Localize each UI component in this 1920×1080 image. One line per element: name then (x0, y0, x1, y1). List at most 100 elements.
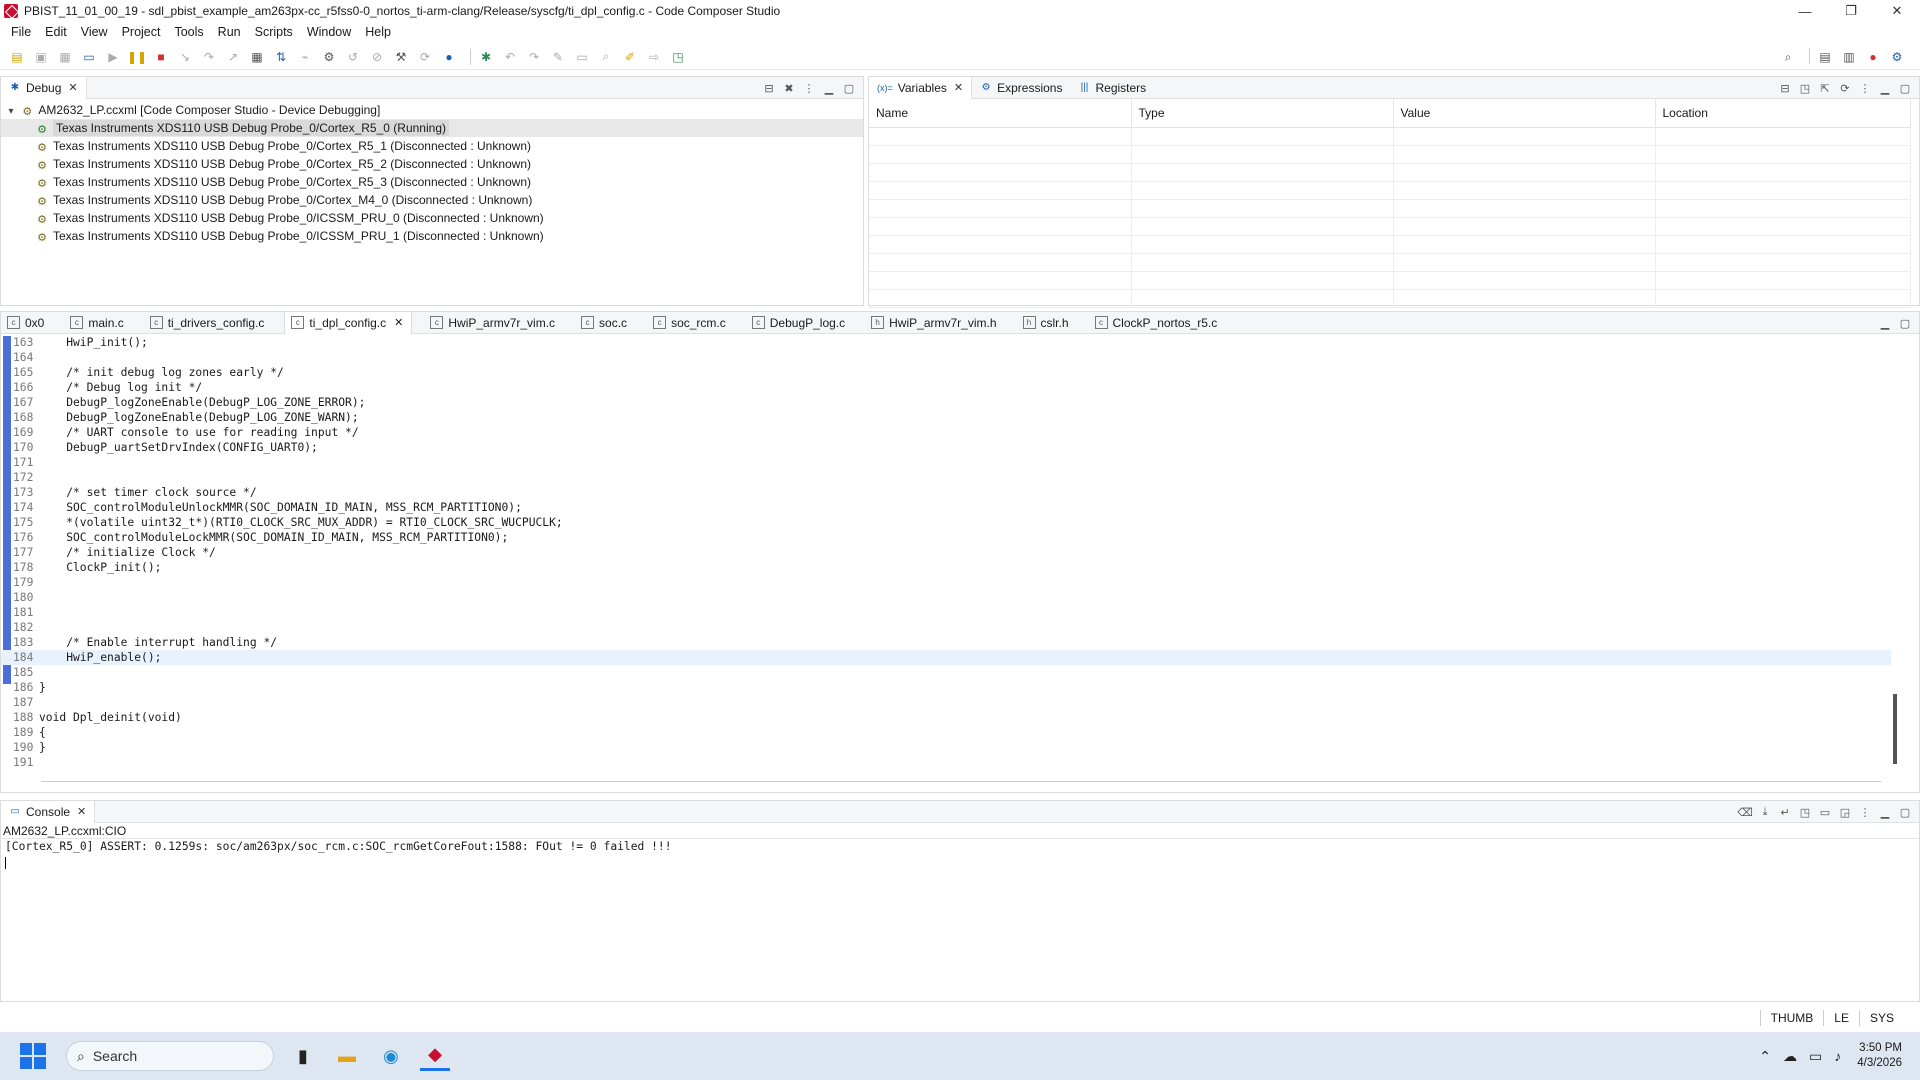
tree-item[interactable]: ⚙ Texas Instruments XDS110 USB Debug Prob… (1, 119, 863, 137)
minimize-icon[interactable]: ▁ (821, 80, 837, 96)
scroll-lock-icon[interactable]: ⤓ (1757, 804, 1773, 820)
tab-main-c[interactable]: c main.c (64, 312, 131, 334)
vertical-scrollbar[interactable] (1893, 694, 1897, 764)
connect-target-icon[interactable]: ⇅ (272, 48, 290, 66)
close-icon[interactable]: ✕ (954, 81, 963, 94)
clear-console-icon[interactable]: ⌫ (1737, 804, 1753, 820)
maximize-icon[interactable]: ▢ (841, 80, 857, 96)
code-area[interactable]: 163 HwiP_init(); 164 165 /* init debug l… (1, 335, 1891, 775)
tab-cslr-h[interactable]: h cslr.h (1017, 312, 1077, 334)
console-output[interactable]: [Cortex_R5_0] ASSERT: 0.1259s: soc/am263… (1, 839, 1919, 855)
tree-item[interactable]: ⚙ Texas Instruments XDS110 USB Debug Prob… (1, 191, 863, 209)
bug-icon[interactable]: ✱ (477, 48, 495, 66)
menu-run[interactable]: Run (211, 22, 248, 42)
edge-browser-icon[interactable]: ◉ (376, 1041, 406, 1071)
open-perspective-icon[interactable]: ◳ (669, 48, 687, 66)
search-icon[interactable]: ⌕ (1779, 48, 1797, 66)
tab-ti-drivers-config-c[interactable]: c ti_drivers_config.c (144, 312, 273, 334)
maximize-icon[interactable]: ▢ (1897, 315, 1913, 331)
forward-icon[interactable]: ⇨ (645, 48, 663, 66)
menu-window[interactable]: Window (300, 22, 358, 42)
minimize-icon[interactable]: ▁ (1877, 80, 1893, 96)
task-view-icon[interactable]: ▮ (288, 1041, 318, 1071)
chevron-up-icon[interactable]: ⌃ (1759, 1048, 1771, 1065)
window-icon[interactable]: ▭ (573, 48, 591, 66)
pin-console-icon[interactable]: ◳ (1797, 804, 1813, 820)
menu-view[interactable]: View (74, 22, 115, 42)
menu-scripts[interactable]: Scripts (248, 22, 300, 42)
ccs-taskbar-icon[interactable]: ◆ (420, 1041, 450, 1071)
breakpoint-icon[interactable]: ⊘ (368, 48, 386, 66)
column-type[interactable]: Type (1131, 99, 1394, 128)
menu-edit[interactable]: Edit (38, 22, 74, 42)
resume-icon[interactable]: ▶ (104, 48, 122, 66)
word-wrap-icon[interactable]: ↵ (1777, 804, 1793, 820)
horizontal-scrollbar[interactable] (41, 781, 1881, 782)
step-return-icon[interactable]: ↗ (224, 48, 242, 66)
collapse-all-icon[interactable]: ⊟ (1777, 80, 1793, 96)
menu-project[interactable]: Project (115, 22, 168, 42)
tab-variables[interactable]: (x)= Variables ✕ (869, 76, 973, 99)
close-icon[interactable]: ✕ (68, 81, 77, 94)
volume-icon[interactable]: ♪ (1834, 1048, 1841, 1064)
new-file-icon[interactable]: ▤ (8, 48, 26, 66)
tab-hwip-armv7r-vim-h[interactable]: h HwiP_armv7r_vim.h (865, 312, 1004, 334)
display-icon[interactable]: ▭ (1809, 1048, 1822, 1065)
tools-icon[interactable]: ✎ (549, 48, 567, 66)
memory-grid-icon[interactable]: ▦ (248, 48, 266, 66)
restart-icon[interactable]: ↺ (344, 48, 362, 66)
refresh-icon[interactable]: ⟳ (416, 48, 434, 66)
tab-clockp-nortos-r5-c[interactable]: c ClockP_nortos_r5.c (1089, 312, 1226, 334)
link-icon[interactable]: ⌁ (296, 48, 314, 66)
tab-ti-dpl-config-c[interactable]: c ti_dpl_config.c ✕ (284, 311, 413, 334)
terminal-icon[interactable]: ▭ (80, 48, 98, 66)
column-location[interactable]: Location (1655, 99, 1911, 128)
menu-help[interactable]: Help (358, 22, 398, 42)
tab-soc-c[interactable]: c soc.c (575, 312, 635, 334)
minimize-icon[interactable]: ▁ (1877, 804, 1893, 820)
perspective-icon[interactable]: ▤ (1816, 48, 1834, 66)
undo-icon[interactable]: ↶ (501, 48, 519, 66)
close-icon[interactable]: ✕ (394, 316, 403, 329)
tree-item[interactable]: ⚙ Texas Instruments XDS110 USB Debug Prob… (1, 227, 863, 245)
display-console-icon[interactable]: ▭ (1817, 804, 1833, 820)
tab-console[interactable]: ▭ Console ✕ (1, 800, 96, 823)
tab-soc-rcm-c[interactable]: c soc_rcm.c (647, 312, 734, 334)
tree-item[interactable]: ⚙ Texas Instruments XDS110 USB Debug Prob… (1, 155, 863, 173)
tab-expressions[interactable]: ⚙ Expressions (972, 77, 1070, 99)
taskbar-clock[interactable]: 3:50 PM 4/3/2026 (1857, 1041, 1902, 1071)
tab-debugp-log-c[interactable]: c DebugP_log.c (746, 312, 853, 334)
pin-icon[interactable]: ✐ (621, 48, 639, 66)
reset-icon[interactable]: ⚙ (320, 48, 338, 66)
close-icon[interactable]: ✕ (77, 805, 86, 818)
tab-0x0[interactable]: c 0x0 (1, 312, 52, 334)
export-icon[interactable]: ⇱ (1817, 80, 1833, 96)
new-expression-icon[interactable]: ◳ (1797, 80, 1813, 96)
view-menu-icon[interactable]: ⋮ (801, 80, 817, 96)
menu-file[interactable]: File (4, 22, 38, 42)
build-icon[interactable]: ⚒ (392, 48, 410, 66)
suspend-icon[interactable]: ❚❚ (127, 48, 147, 66)
refresh-icon[interactable]: ⟳ (1837, 80, 1853, 96)
debug-icon[interactable]: ● (440, 48, 458, 66)
tree-item[interactable]: ⚙ Texas Instruments XDS110 USB Debug Prob… (1, 137, 863, 155)
collapse-all-icon[interactable]: ⊟ (761, 80, 777, 96)
save-all-icon[interactable]: ▦ (56, 48, 74, 66)
debug-perspective-icon[interactable]: ● (1864, 48, 1882, 66)
view-menu-icon[interactable]: ⋮ (1857, 80, 1873, 96)
taskbar-search[interactable]: ⌕ Search (66, 1041, 274, 1071)
ccs-perspective-icon[interactable]: ⚙ (1888, 48, 1906, 66)
minimize-icon[interactable]: ▁ (1877, 315, 1893, 331)
terminate-icon[interactable]: ■ (152, 48, 170, 66)
step-into-icon[interactable]: ↘ (176, 48, 194, 66)
windows-start-icon[interactable] (20, 1043, 46, 1069)
file-explorer-icon[interactable]: ▬ (332, 1041, 362, 1071)
tree-root[interactable]: ▾ ⚙ AM2632_LP.ccxml [Code Composer Studio… (1, 101, 863, 119)
save-icon[interactable]: ▣ (32, 48, 50, 66)
minimize-button[interactable]: — (1782, 0, 1828, 22)
menu-tools[interactable]: Tools (167, 22, 210, 42)
edit-perspective-icon[interactable]: ▥ (1840, 48, 1858, 66)
search-toolbar-icon[interactable]: ⌕ (597, 48, 615, 66)
redo-icon[interactable]: ↷ (525, 48, 543, 66)
column-name[interactable]: Name (869, 99, 1132, 128)
